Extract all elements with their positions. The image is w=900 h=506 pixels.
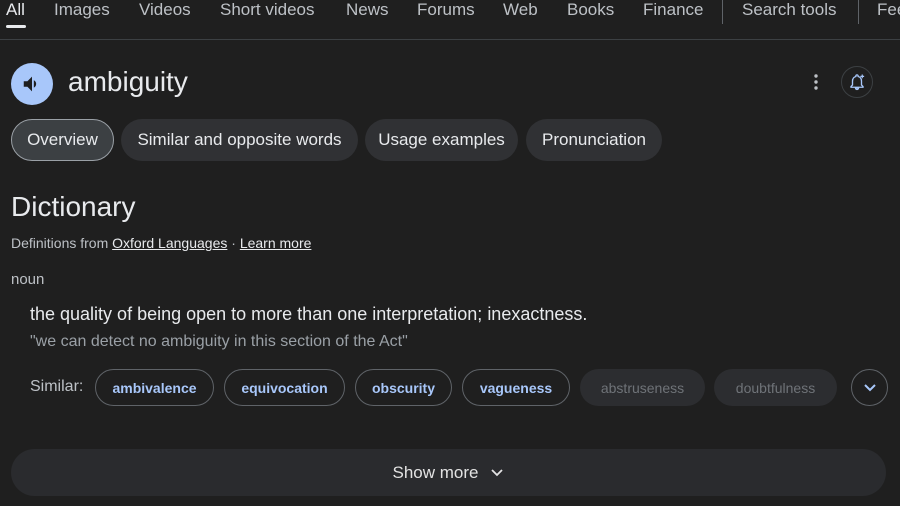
synonym-chip-doubtfulness[interactable]: doubtfulness [714,369,837,406]
tab-feedback[interactable]: Fee [877,0,900,20]
chip-usage-examples[interactable]: Usage examples [365,119,518,161]
chip-overview[interactable]: Overview [11,119,114,161]
tab-forums[interactable]: Forums [417,0,475,20]
chip-pronunciation[interactable]: Pronunciation [526,119,662,161]
tab-videos[interactable]: Videos [139,0,191,20]
tab-all[interactable]: All [6,0,25,20]
learn-more-link[interactable]: Learn more [240,235,312,251]
chip-similar-opposite[interactable]: Similar and opposite words [121,119,358,161]
search-tools-button[interactable]: Search tools [742,0,837,20]
nav-divider [722,0,723,24]
tab-web[interactable]: Web [503,0,538,20]
tab-books[interactable]: Books [567,0,614,20]
source-prefix: Definitions from [11,235,113,251]
tab-short-videos[interactable]: Short videos [220,0,315,20]
tab-news[interactable]: News [346,0,389,20]
synonym-chip-ambivalence[interactable]: ambivalence [95,369,214,406]
notify-button[interactable] [841,66,873,98]
synonym-chip-obscurity[interactable]: obscurity [355,369,452,406]
active-tab-indicator [6,25,26,28]
tab-finance[interactable]: Finance [643,0,703,20]
oxford-languages-link[interactable]: Oxford Languages [112,235,227,251]
synonym-chip-abstruseness[interactable]: abstruseness [580,369,705,406]
show-more-label: Show more [392,462,479,482]
part-of-speech: noun [11,271,45,288]
headword: ambiguity [68,66,188,97]
pronounce-button[interactable] [11,63,53,105]
more-vert-icon [814,74,818,90]
example-sentence: "we can detect no ambiguity in this sect… [30,333,408,350]
chevron-down-icon [863,383,876,391]
synonym-chip-vagueness[interactable]: vagueness [462,369,570,406]
bell-plus-icon [850,74,865,91]
chevron-down-icon [491,468,504,476]
dictionary-source: Definitions from Oxford Languages · Lear… [11,234,311,252]
volume-icon [23,76,37,92]
source-separator: · [227,235,240,251]
search-tabs-bar: All Images Videos Short videos News Foru… [0,0,900,40]
synonym-chip-equivocation[interactable]: equivocation [224,369,345,406]
similar-label: Similar: [30,378,84,395]
expand-similar-button[interactable] [851,369,888,406]
definition-text: the quality of being open to more than o… [30,304,588,324]
show-more-button[interactable]: Show more [11,449,886,496]
tab-images[interactable]: Images [54,0,110,20]
dictionary-title: Dictionary [11,191,136,222]
nav-divider [858,0,859,24]
more-options-button[interactable] [805,70,827,94]
